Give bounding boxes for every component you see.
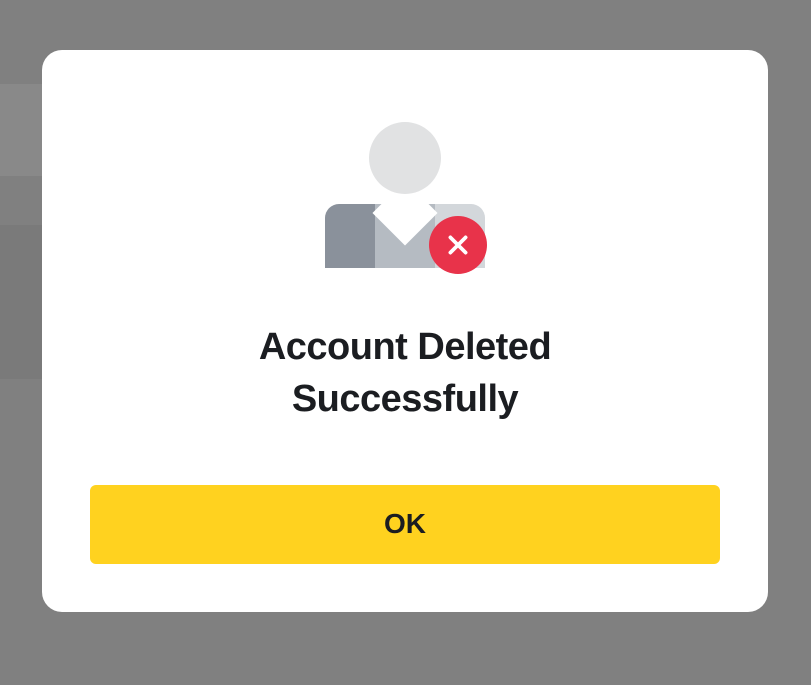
ok-button[interactable]: OK <box>90 485 720 564</box>
background-panel <box>0 84 42 176</box>
close-icon <box>429 216 487 274</box>
user-head-icon <box>369 122 441 194</box>
user-deleted-icon <box>325 122 485 268</box>
modal-title: Account Deleted Successfully <box>145 322 665 425</box>
confirmation-modal: Account Deleted Successfully OK <box>42 50 768 612</box>
background-panel <box>0 225 42 379</box>
